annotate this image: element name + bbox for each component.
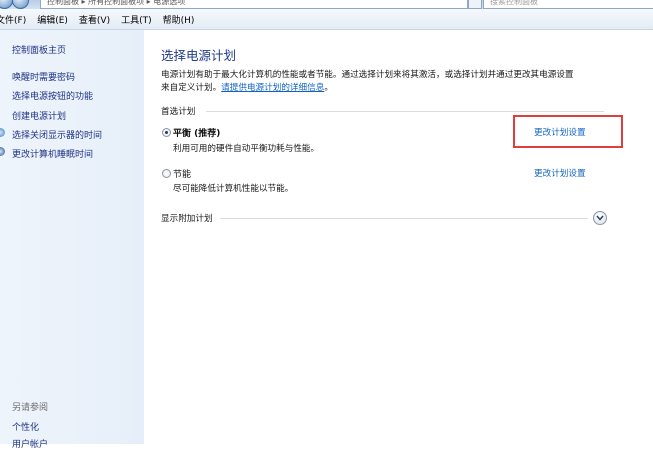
menu-tools[interactable]: 工具(T) xyxy=(121,13,152,26)
menu-help[interactable]: 帮助(H) xyxy=(163,13,195,26)
sidebar-item-personalize[interactable]: 个性化 xyxy=(12,420,39,433)
plan-name-balanced[interactable]: 平衡 (推荐) xyxy=(173,126,220,139)
plan-name-power-saver[interactable]: 节能 xyxy=(173,167,191,180)
preferred-plans-label: 首选计划 xyxy=(161,107,196,117)
menu-edit[interactable]: 编辑(E) xyxy=(37,13,68,26)
balanced-radio[interactable] xyxy=(162,128,171,137)
sidebar-item-create-plan[interactable]: 创建电源计划 xyxy=(12,109,66,122)
change-plan-settings-power-saver[interactable]: 更改计划设置 xyxy=(534,167,586,179)
menu-file[interactable]: 文件(F) xyxy=(0,13,26,26)
sidebar-item-power-buttons[interactable]: 选择电源按钮的功能 xyxy=(12,89,93,102)
chevron-down-icon xyxy=(596,215,604,221)
show-more-divider xyxy=(220,218,588,219)
address-strip: 控制面板 ▸ 所有控制面板项 ▸ 电源选项 搜索控制面板 xyxy=(0,0,653,9)
sidebar: 控制面板主页 唤醒时需要密码 选择电源按钮的功能 创建电源计划 选择关闭显示器的… xyxy=(0,30,144,450)
address-bar[interactable]: 控制面板 ▸ 所有控制面板项 ▸ 电源选项 xyxy=(40,0,468,9)
show-additional-plans-label[interactable]: 显示附加计划 xyxy=(161,212,213,224)
see-also-heading: 另请参阅 xyxy=(12,403,49,413)
sidebar-item-sleep-time[interactable]: 更改计算机睡眠时间 xyxy=(12,147,93,160)
plan-desc-power-saver: 尽可能降低计算机性能以节能。 xyxy=(173,184,294,194)
forward-button[interactable] xyxy=(12,0,29,9)
menu-view[interactable]: 查看(V) xyxy=(79,13,110,26)
page-title: 选择电源计划 xyxy=(161,48,237,63)
plan-details-link[interactable]: 请提供电源计划的详细信息 xyxy=(221,83,324,93)
refresh-button[interactable] xyxy=(468,0,482,9)
group-divider xyxy=(206,111,604,112)
sidebar-home-link[interactable]: 控制面板主页 xyxy=(12,43,66,56)
menu-bar: 文件(F) 编辑(E) 查看(V) 工具(T) 帮助(H) xyxy=(0,9,653,30)
search-input[interactable]: 搜索控制面板 xyxy=(483,0,653,9)
sidebar-item-display-off[interactable]: 选择关闭显示器的时间 xyxy=(12,128,102,141)
plan-desc-balanced: 利用可用的硬件自动平衡功耗与性能。 xyxy=(173,144,320,154)
page-description: 电源计划有助于最大化计算机的性能或者节能。通过选择计划来将其激活，或选择计划并通… xyxy=(161,70,574,80)
display-icon xyxy=(0,128,5,137)
power-saver-radio[interactable] xyxy=(162,169,171,178)
highlight-box xyxy=(513,115,623,148)
expand-button[interactable] xyxy=(593,211,607,225)
page-description-line2: 来自定义计划。请提供电源计划的详细信息。 xyxy=(161,83,333,93)
sleep-icon xyxy=(0,147,5,156)
sidebar-item-wake-password[interactable]: 唤醒时需要密码 xyxy=(12,70,75,83)
